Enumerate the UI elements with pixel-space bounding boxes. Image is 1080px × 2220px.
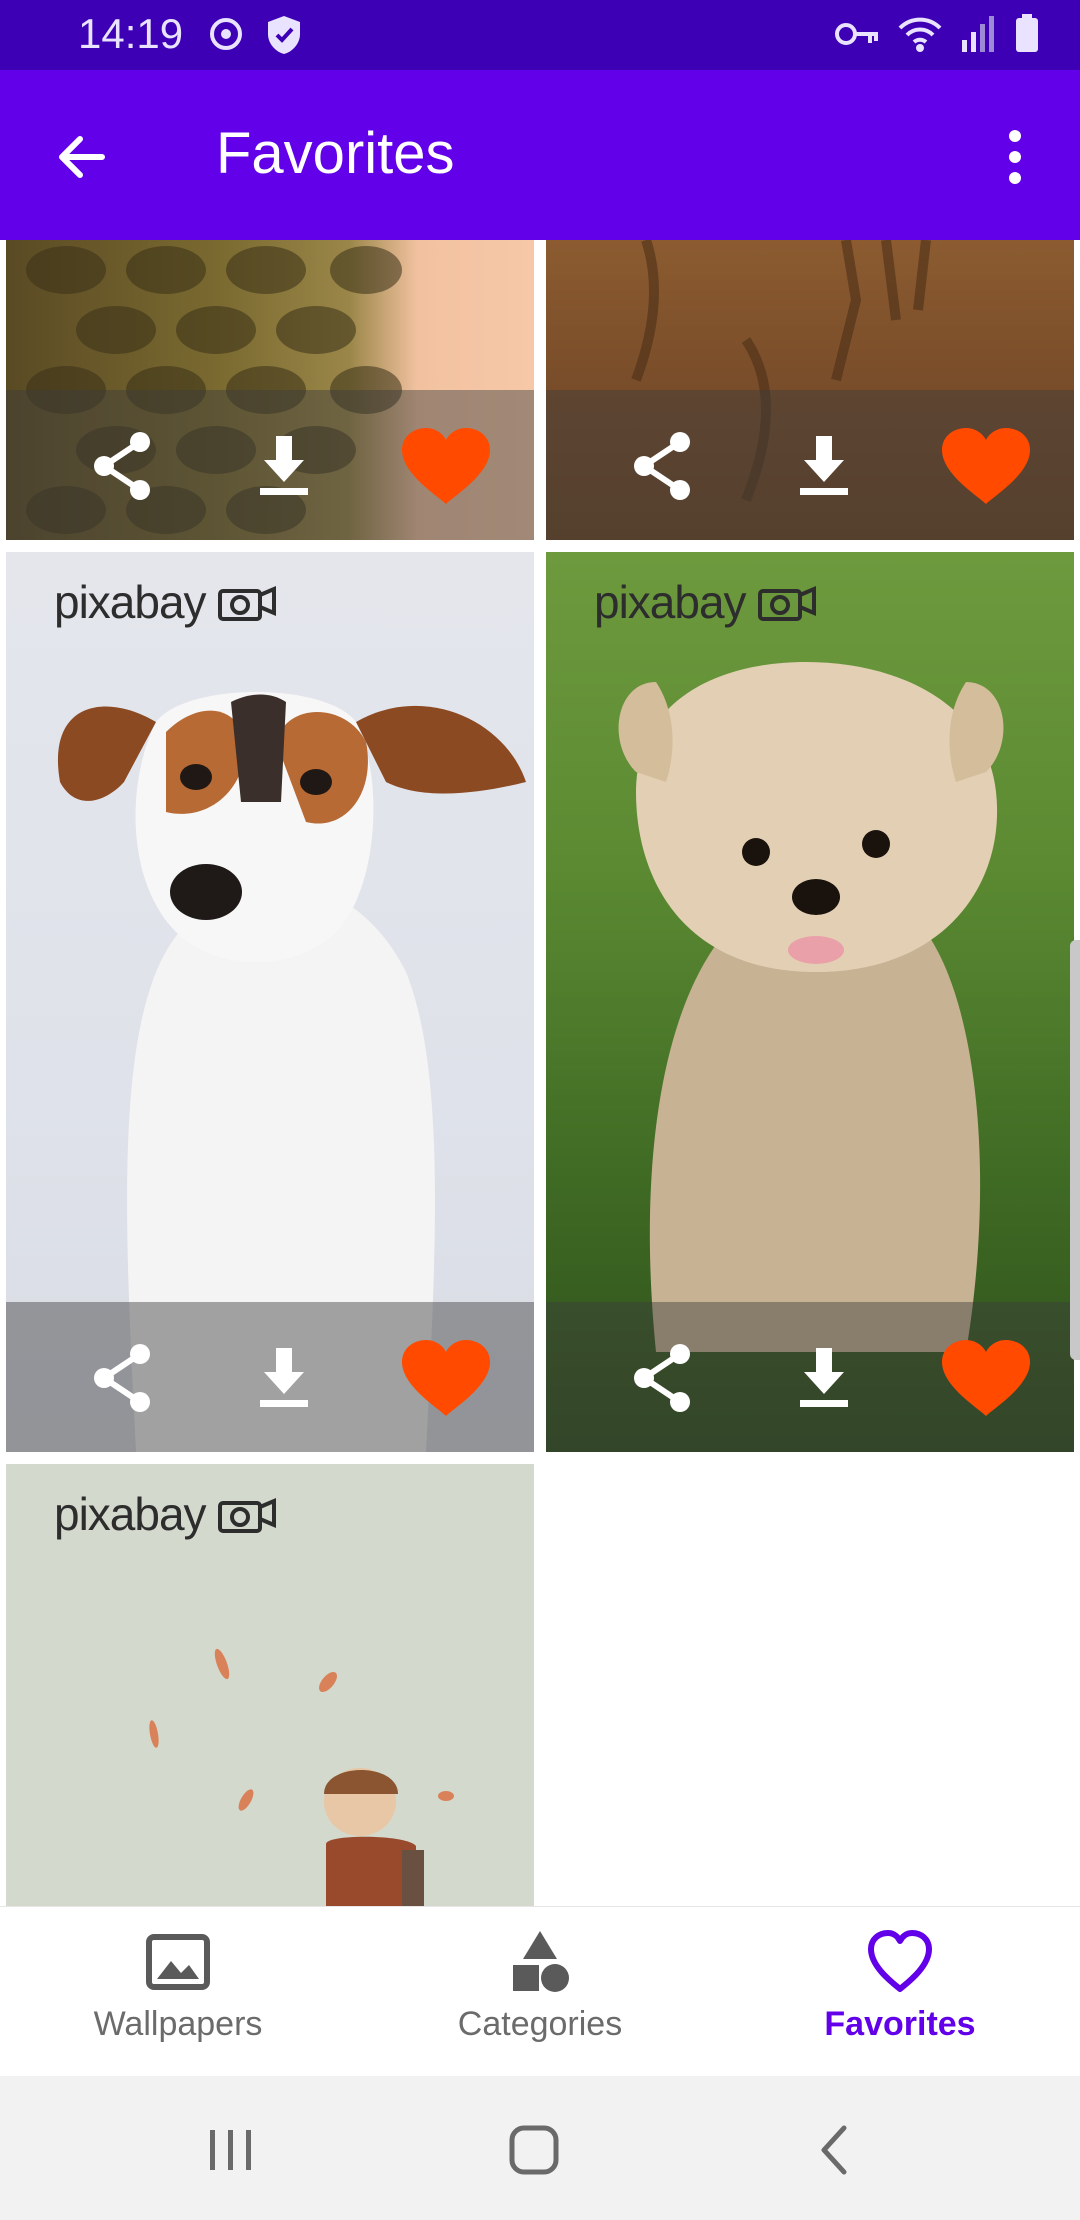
nav-label: Categories: [457, 2005, 623, 2043]
nav-label: Favorites: [824, 2005, 976, 2043]
nav-item-favorites[interactable]: Favorites: [750, 1927, 1050, 2067]
shield-icon: [268, 16, 300, 54]
status-bar: 14:19: [0, 0, 1080, 70]
download-icon[interactable]: [784, 1338, 864, 1418]
favorite-heart-icon[interactable]: [938, 1338, 1034, 1418]
pixabay-watermark: pixabay: [54, 1484, 276, 1544]
nav-label: Wallpapers: [93, 2005, 263, 2043]
pixabay-logo-text: pixabay: [594, 576, 747, 628]
signal-icon: [962, 16, 994, 52]
share-icon[interactable]: [622, 1338, 702, 1418]
wallpaper-tile[interactable]: [6, 240, 534, 540]
more-vert-icon[interactable]: [990, 122, 1040, 192]
page-title: Favorites: [216, 121, 455, 186]
app-bar: Favorites: [0, 70, 1080, 240]
heart-outline-icon: [868, 1930, 932, 1992]
wallpaper-tile[interactable]: [546, 240, 1074, 540]
pixabay-logo-text: pixabay: [54, 1488, 207, 1540]
tile-actions: [6, 390, 534, 540]
wallpaper-tile[interactable]: pixabay: [546, 552, 1074, 1452]
tile-actions: [6, 1302, 534, 1452]
download-icon[interactable]: [244, 426, 324, 506]
tile-actions: [546, 1302, 1074, 1452]
back-arrow-icon[interactable]: [50, 125, 114, 189]
wallpaper-tile[interactable]: pixabay: [6, 1464, 534, 1906]
share-icon[interactable]: [622, 426, 702, 506]
tile-actions: [546, 390, 1074, 540]
shapes-icon: [513, 1931, 569, 1992]
favorite-heart-icon[interactable]: [398, 426, 494, 506]
sync-icon: [210, 18, 242, 50]
wallpaper-tile[interactable]: pixabay: [6, 552, 534, 1452]
pixabay-logo-text: pixabay: [54, 576, 207, 628]
nav-item-wallpapers[interactable]: Wallpapers: [28, 1927, 328, 2067]
scrollbar-handle[interactable]: [1070, 940, 1080, 1360]
share-icon[interactable]: [82, 1338, 162, 1418]
pixabay-watermark: pixabay: [594, 572, 816, 632]
download-icon[interactable]: [784, 426, 864, 506]
camera-icon: [217, 585, 276, 621]
favorite-heart-icon[interactable]: [398, 1338, 494, 1418]
vpn-key-icon: [835, 23, 878, 45]
favorite-heart-icon[interactable]: [938, 426, 1034, 506]
home-icon[interactable]: [498, 2118, 568, 2182]
pixabay-watermark: pixabay: [54, 572, 276, 632]
system-navigation-bar: [0, 2076, 1080, 2220]
battery-icon: [1016, 14, 1038, 52]
share-icon[interactable]: [82, 426, 162, 506]
camera-icon: [217, 1497, 276, 1533]
download-icon[interactable]: [244, 1338, 324, 1418]
nav-item-categories[interactable]: Categories: [390, 1927, 690, 2067]
wifi-icon: [898, 17, 942, 52]
favorites-grid: pixabay pixabay pixabay: [0, 240, 1080, 1906]
system-back-icon[interactable]: [800, 2118, 870, 2182]
bottom-navigation: Wallpapers Categories Favorites: [0, 1906, 1080, 2076]
camera-icon: [757, 585, 816, 621]
status-time: 14:19: [78, 10, 184, 57]
image-icon: [146, 1934, 210, 1990]
recent-apps-icon[interactable]: [196, 2118, 266, 2182]
